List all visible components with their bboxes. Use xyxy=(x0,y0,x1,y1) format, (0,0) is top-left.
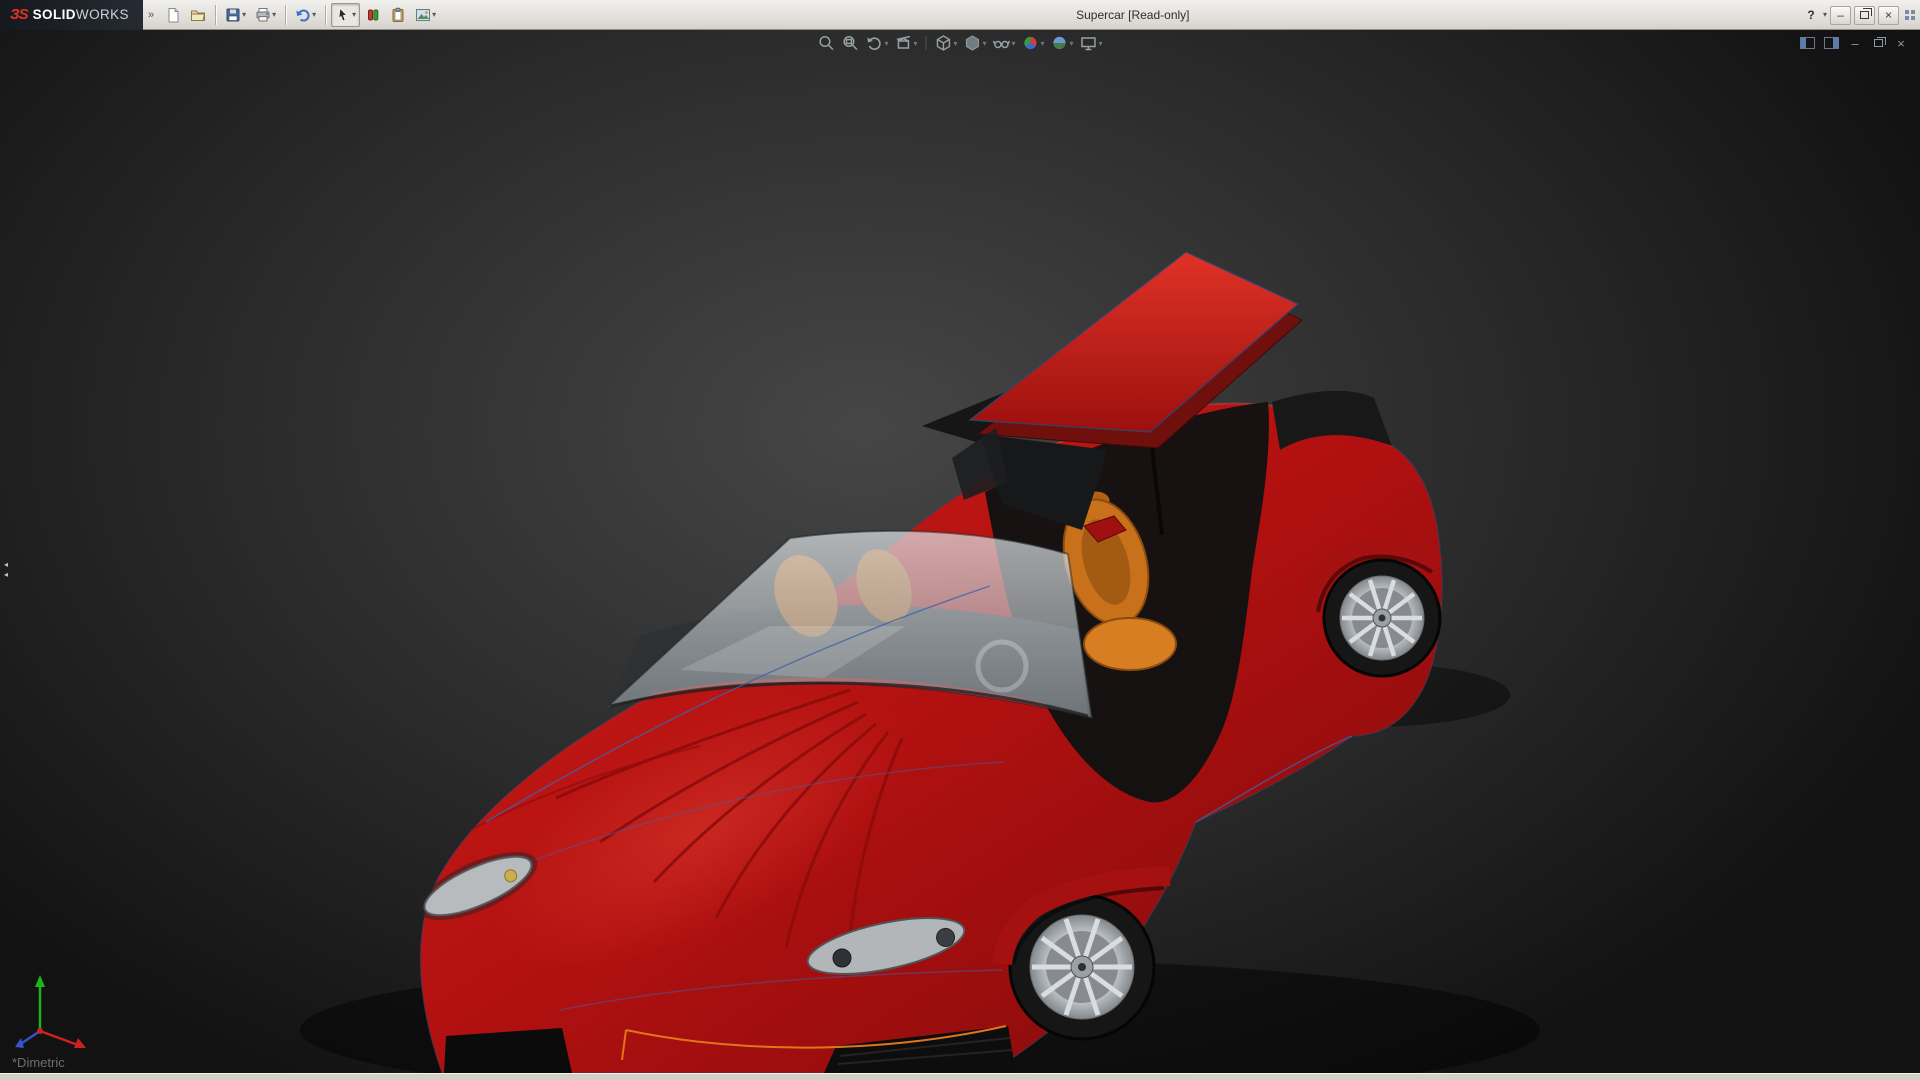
image-options-button[interactable]: ▾ xyxy=(411,3,440,27)
toolbar-separator xyxy=(325,4,327,25)
headsup-separator xyxy=(925,36,927,50)
previous-view-icon xyxy=(867,37,881,50)
graphics-viewport[interactable]: ▾ ▾ ▾ ▾ ▾ ▾ ▾ ▾ – × ◂ ◂ *Dimetric xyxy=(0,30,1920,1073)
minimize-document-button[interactable]: – xyxy=(1848,36,1862,50)
status-bar-strip xyxy=(0,1073,1920,1080)
dropdown-caret[interactable]: ▾ xyxy=(352,10,356,19)
previous-view-button[interactable]: ▾ xyxy=(863,33,890,53)
view-orientation-label: *Dimetric xyxy=(12,1055,65,1070)
edit-appearance-button[interactable]: ▾ xyxy=(1020,33,1047,53)
select-button[interactable]: ▾ xyxy=(331,2,361,27)
dropdown-caret[interactable]: ▾ xyxy=(913,39,917,48)
zoom-area-icon xyxy=(843,35,858,51)
help-button[interactable]: ? xyxy=(1803,8,1819,22)
feature-manager-collapse-tab[interactable]: ◂ ◂ xyxy=(0,548,12,590)
image-icon xyxy=(416,8,431,21)
close-icon: × xyxy=(1897,35,1905,51)
open-folder-icon xyxy=(191,10,206,21)
section-view-button[interactable]: ▾ xyxy=(892,33,919,53)
document-window-controls: – × xyxy=(1800,36,1908,50)
restore-icon xyxy=(1860,8,1872,19)
toggle-left-pane-icon[interactable] xyxy=(1800,37,1815,49)
dropdown-caret[interactable]: ▾ xyxy=(1012,39,1016,48)
view-orientation-button[interactable]: ▾ xyxy=(932,33,959,53)
dropdown-caret[interactable]: ▾ xyxy=(982,39,986,48)
save-button[interactable]: ▾ xyxy=(221,3,250,27)
dropdown-caret[interactable]: ▾ xyxy=(432,10,436,19)
toggle-right-pane-icon[interactable] xyxy=(1824,37,1839,49)
dropdown-caret[interactable]: ▾ xyxy=(1099,39,1103,48)
toolbar-separator xyxy=(285,4,287,25)
view-settings-button[interactable]: ▾ xyxy=(1078,33,1105,53)
view-orientation-cube-icon xyxy=(936,35,951,51)
dropdown-caret[interactable]: ▾ xyxy=(312,10,316,19)
solidworks-logo: ЗS SOLID WORKS xyxy=(0,0,143,30)
close-button[interactable]: × xyxy=(1878,5,1899,25)
orientation-triad xyxy=(15,975,86,1048)
appearance-ball-icon xyxy=(1023,36,1038,50)
close-document-button[interactable]: × xyxy=(1894,36,1908,50)
collapse-arrow-icon: ◂ xyxy=(3,559,8,569)
dropdown-caret[interactable]: ▾ xyxy=(953,39,957,48)
zoom-fit-icon xyxy=(819,35,834,51)
brand-solid: SOLID xyxy=(32,7,76,22)
close-icon: × xyxy=(1884,8,1892,22)
new-document-button[interactable] xyxy=(161,3,185,27)
dropdown-caret[interactable]: ▾ xyxy=(884,39,888,48)
dropdown-caret[interactable]: ▾ xyxy=(1041,39,1045,48)
main-toolbar: ▾ ▾ ▾ ▾ ▾ xyxy=(159,2,440,27)
zoom-to-fit-button[interactable] xyxy=(815,33,837,53)
zoom-to-area-button[interactable] xyxy=(839,33,861,53)
minimize-icon: – xyxy=(1837,8,1844,22)
dropdown-caret[interactable]: ▾ xyxy=(272,10,276,19)
minimize-button[interactable]: – xyxy=(1830,5,1851,25)
help-caret[interactable]: ▾ xyxy=(1823,11,1827,19)
display-style-button[interactable]: ▾ xyxy=(961,33,988,53)
section-view-icon xyxy=(896,35,911,49)
brand-works: WORKS xyxy=(75,7,129,22)
dropdown-caret[interactable]: ▾ xyxy=(242,10,246,19)
rebuild-traffic-icon xyxy=(368,9,379,20)
brand-mark: ЗS xyxy=(10,6,29,23)
title-bar: ЗS SOLID WORKS » ▾ ▾ ▾ ▾ ▾ Supercar [Rea… xyxy=(0,0,1920,30)
solidworks-window: ЗS SOLID WORKS » ▾ ▾ ▾ ▾ ▾ Supercar [Rea… xyxy=(0,0,1920,1080)
clipboard-icon xyxy=(392,7,404,22)
collapse-arrow-icon: ◂ xyxy=(3,569,8,579)
undo-button[interactable]: ▾ xyxy=(291,3,320,27)
print-button[interactable]: ▾ xyxy=(251,3,280,27)
dropdown-caret[interactable]: ▾ xyxy=(1070,39,1074,48)
restore-document-button[interactable] xyxy=(1871,36,1886,50)
open-button[interactable] xyxy=(186,3,210,27)
toolbar-separator xyxy=(215,4,217,25)
print-icon xyxy=(256,7,270,21)
headsup-toolbar: ▾ ▾ ▾ ▾ ▾ ▾ ▾ ▾ xyxy=(815,33,1104,53)
view-settings-icon xyxy=(1081,37,1096,51)
menu-expand-arrow[interactable]: » xyxy=(143,9,159,21)
window-controls: ? ▾ – × xyxy=(1803,0,1915,30)
restore-icon xyxy=(1873,37,1886,47)
scene-sphere-icon xyxy=(1052,36,1067,50)
document-title: Supercar [Read-only] xyxy=(1076,7,1190,22)
supercar-3d-model[interactable] xyxy=(0,30,1920,1073)
select-arrow-icon xyxy=(338,7,348,21)
clipboard-button[interactable] xyxy=(386,3,410,27)
hide-show-items-button[interactable]: ▾ xyxy=(991,33,1018,53)
apply-scene-button[interactable]: ▾ xyxy=(1049,33,1076,53)
glasses-icon xyxy=(992,40,1011,49)
restore-button[interactable] xyxy=(1854,5,1875,25)
display-style-icon xyxy=(965,35,979,51)
rebuild-button[interactable] xyxy=(361,3,385,27)
undo-icon xyxy=(296,9,310,22)
save-icon xyxy=(226,8,240,21)
app-options-grid-icon[interactable] xyxy=(1905,10,1915,20)
new-document-icon xyxy=(168,7,179,22)
minimize-icon: – xyxy=(1851,35,1859,51)
